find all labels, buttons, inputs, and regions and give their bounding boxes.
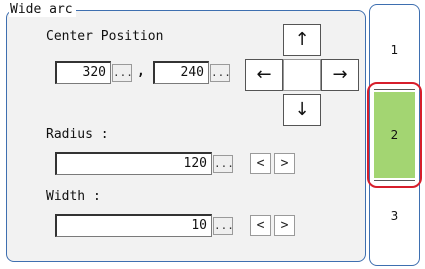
center-position-label: Center Position [46,29,164,44]
radius-increase-button[interactable]: > [274,153,295,174]
arrow-pad-center [283,59,321,91]
center-x-field[interactable]: 320 [55,61,111,84]
move-down-button[interactable]: ↓ [283,94,321,126]
center-y-ellipsis-button[interactable]: ... [210,64,231,82]
center-separator: , [137,64,145,79]
radius-field[interactable]: 120 [55,152,212,175]
tab-3[interactable]: 3 [374,180,415,260]
move-up-button[interactable]: ↑ [283,24,321,56]
move-left-button[interactable]: ← [245,59,283,91]
selected-tab-highlight [367,82,422,188]
move-right-button[interactable]: → [321,59,359,91]
width-increase-button[interactable]: > [274,215,295,236]
arrow-right-icon: → [332,64,348,85]
radius-ellipsis-button[interactable]: ... [213,155,234,173]
arrow-down-icon: ↓ [294,99,310,120]
width-decrease-button[interactable]: < [250,215,271,236]
center-x-ellipsis-button[interactable]: ... [112,64,133,82]
arrow-left-icon: ← [256,64,272,85]
tab-1[interactable]: 1 [374,10,415,90]
width-field[interactable]: 10 [55,214,212,237]
width-label: Width : [46,189,101,204]
arrow-up-icon: ↑ [294,29,310,50]
radius-decrease-button[interactable]: < [250,153,271,174]
center-y-field[interactable]: 240 [153,61,209,84]
radius-label: Radius : [46,127,109,142]
width-ellipsis-button[interactable]: ... [213,217,234,235]
group-title: Wide arc [9,2,76,17]
